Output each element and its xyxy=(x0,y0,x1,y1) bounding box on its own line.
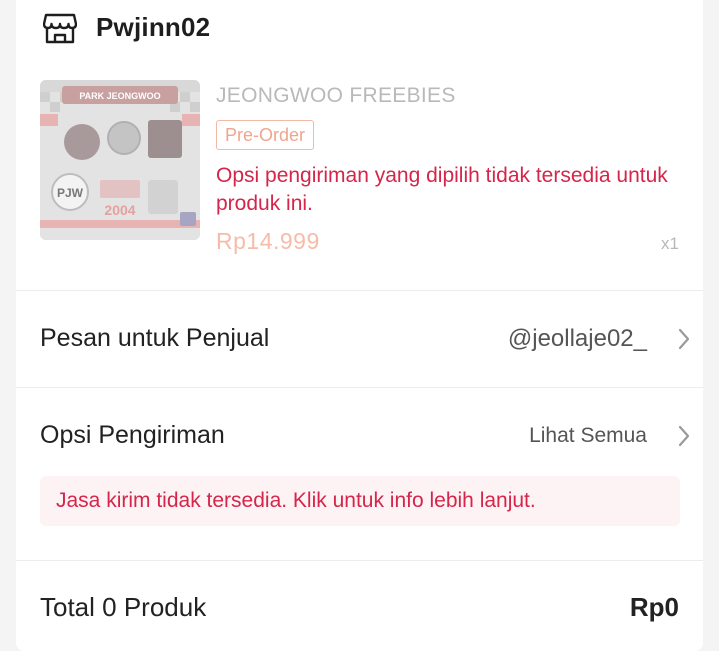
shipping-see-all[interactable]: Lihat Semua xyxy=(529,424,647,448)
divider xyxy=(16,387,703,388)
total-label: Total 0 Produk xyxy=(40,592,207,622)
seller-message-value: @jeollaje02_ xyxy=(507,325,647,352)
preorder-badge: Pre-Order xyxy=(216,120,315,150)
thumbnail-title: PARK JEONGWOO xyxy=(79,91,160,101)
shipping-notice-text: Jasa kirim tidak tersedia. Klik untuk in… xyxy=(56,489,536,512)
divider xyxy=(16,290,703,291)
product-warning-text: Opsi pengiriman yang dipilih tidak terse… xyxy=(216,164,668,215)
product-quantity: x1 xyxy=(661,234,679,253)
divider xyxy=(16,560,703,561)
thumbnail-tag: PJW xyxy=(57,186,84,200)
total-value: Rp0 xyxy=(629,592,679,622)
chevron-right-icon xyxy=(678,425,690,447)
thumbnail-year: 2004 xyxy=(104,202,135,218)
shipping-option-label: Opsi Pengiriman xyxy=(40,421,225,449)
store-icon xyxy=(43,13,77,44)
chevron-right-icon xyxy=(678,328,690,350)
shop-name[interactable]: Pwjinn02 xyxy=(96,12,210,43)
shop-header[interactable]: Pwjinn02 xyxy=(16,0,703,56)
product-price: Rp14.999 xyxy=(216,228,320,254)
product-image: PARK JEONGWOO PJW 2004 xyxy=(40,80,200,240)
product-thumbnail[interactable]: PARK JEONGWOO PJW 2004 xyxy=(40,80,200,240)
seller-message-label: Pesan untuk Penjual xyxy=(40,324,270,352)
product-name[interactable]: JEONGWOO FREEBIES xyxy=(216,84,456,108)
order-card: Pwjinn02 PARK JEONGWOO PJW 2004 JEONGWOO… xyxy=(16,0,703,651)
shipping-unavailable-notice[interactable]: Jasa kirim tidak tersedia. Klik untuk in… xyxy=(40,476,680,526)
